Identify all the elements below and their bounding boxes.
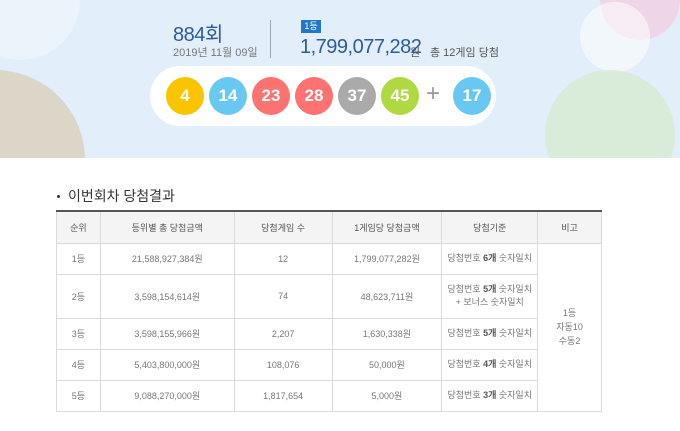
criteria-cell: 당첨번호 5개 숫자일치 + 보너스 숫자일치 bbox=[441, 273, 539, 319]
column-header: 당첨게임 수 bbox=[233, 210, 333, 244]
first-prize-unit: 원 bbox=[410, 47, 421, 59]
bonus-number-ball: 17 bbox=[453, 77, 491, 115]
criteria-cell: 당첨번호 6개 숫자일치 bbox=[441, 242, 539, 275]
bullet-icon bbox=[57, 194, 60, 198]
first-prize-games: 총 12게임 당첨 bbox=[430, 47, 499, 59]
section-title: 이번회차 당첨결과 bbox=[57, 186, 175, 206]
winning-number-ball: 45 bbox=[381, 77, 419, 115]
divider bbox=[270, 20, 271, 58]
draw-result-banner: 884회 2019년 11월 09일 1등 1,799,077,282 원 총 … bbox=[0, 0, 680, 158]
per-game-prize-cell: 50,000원 bbox=[331, 348, 443, 381]
winning-games-cell: 12 bbox=[233, 242, 333, 275]
column-header: 당첨기준 bbox=[441, 210, 539, 244]
per-game-prize-cell: 1,630,338원 bbox=[331, 317, 443, 350]
decor-circle bbox=[545, 70, 675, 158]
table-row: 1등 21,588,927,384원 12 1,799,077,282원 당첨번… bbox=[56, 242, 602, 412]
per-game-prize-cell: 5,000원 bbox=[331, 379, 443, 412]
criteria-cell: 당첨번호 4개 숫자일치 bbox=[441, 348, 539, 381]
column-header: 등위별 총 당첨금액 bbox=[99, 210, 235, 244]
rank-cell: 3등 bbox=[56, 317, 101, 350]
note-line: 자동10 bbox=[556, 322, 583, 332]
per-game-prize-cell: 1,799,077,282원 bbox=[331, 242, 443, 275]
winning-number-ball: 37 bbox=[338, 77, 376, 115]
decor-circle bbox=[0, 70, 85, 158]
criteria-cell: 당첨번호 5개 숫자일치 bbox=[441, 317, 539, 350]
table-row: 2등 3,598,154,614원 74 48,623,711원 당첨번호 5개… bbox=[56, 273, 602, 319]
total-prize-cell: 3,598,155,966원 bbox=[99, 317, 235, 350]
decor-circle bbox=[580, 2, 650, 72]
winning-games-cell: 1,817,654 bbox=[233, 379, 333, 412]
column-header: 1게임당 당첨금액 bbox=[331, 210, 443, 244]
plus-sign: + bbox=[426, 80, 441, 107]
rank-badge: 1등 bbox=[301, 20, 321, 33]
decor-circle bbox=[0, 0, 80, 60]
criteria-cell: 당첨번호 3개 숫자일치 bbox=[441, 379, 539, 412]
rank-cell: 5등 bbox=[56, 379, 101, 412]
winning-number-ball: 14 bbox=[209, 77, 247, 115]
rank-cell: 4등 bbox=[56, 348, 101, 381]
per-game-prize-cell: 48,623,711원 bbox=[331, 273, 443, 319]
winning-number-ball: 23 bbox=[252, 77, 290, 115]
table-row: 3등 3,598,155,966원 2,207 1,630,338원 당첨번호 … bbox=[56, 317, 602, 350]
column-header: 비고 bbox=[537, 210, 602, 244]
note-line: 1등 bbox=[562, 308, 577, 318]
draw-number: 884회 bbox=[173, 24, 223, 46]
column-header: 순위 bbox=[56, 210, 101, 244]
winning-games-cell: 108,076 bbox=[233, 348, 333, 381]
prize-results-table: 순위 등위별 총 당첨금액 당첨게임 수 1게임당 당첨금액 당첨기준 비고 1… bbox=[56, 210, 602, 412]
table-row: 4등 5,403,800,000원 108,076 50,000원 당첨번호 4… bbox=[56, 348, 602, 381]
total-prize-cell: 5,403,800,000원 bbox=[99, 348, 235, 381]
draw-date: 2019년 11월 09일 bbox=[173, 47, 258, 59]
total-prize-cell: 21,588,927,384원 bbox=[99, 242, 235, 275]
winning-number-ball: 28 bbox=[295, 77, 333, 115]
first-prize-amount: 1,799,077,282 bbox=[300, 36, 422, 58]
rank-cell: 1등 bbox=[56, 242, 101, 275]
note-cell: 1등 자동10 수동2 bbox=[537, 242, 602, 412]
winning-games-cell: 2,207 bbox=[233, 317, 333, 350]
table-row: 5등 9,088,270,000원 1,817,654 5,000원 당첨번호 … bbox=[56, 379, 602, 412]
winning-number-ball: 4 bbox=[166, 77, 204, 115]
total-prize-cell: 3,598,154,614원 bbox=[99, 273, 235, 319]
winning-games-cell: 74 bbox=[233, 273, 333, 319]
table-header-row: 순위 등위별 총 당첨금액 당첨게임 수 1게임당 당첨금액 당첨기준 비고 bbox=[56, 210, 602, 244]
note-line: 수동2 bbox=[558, 336, 581, 346]
rank-cell: 2등 bbox=[56, 273, 101, 319]
total-prize-cell: 9,088,270,000원 bbox=[99, 379, 235, 412]
section-title-text: 이번회차 당첨결과 bbox=[68, 188, 175, 204]
